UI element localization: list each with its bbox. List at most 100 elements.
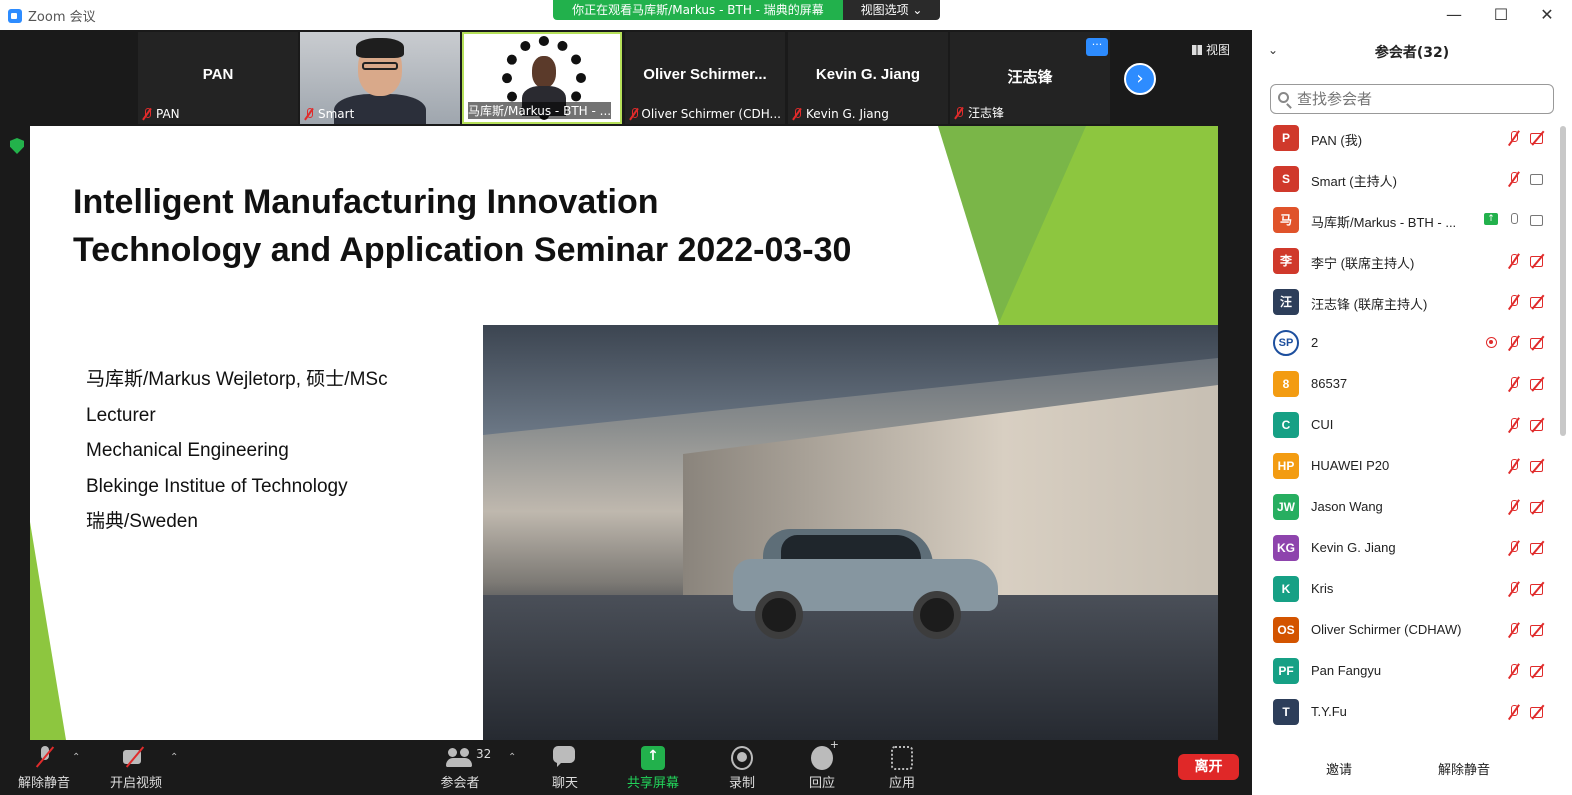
camera-icon[interactable] <box>1530 214 1546 226</box>
speaker-department: Mechanical Engineering <box>86 440 289 461</box>
avatar: P <box>1273 125 1299 151</box>
camera-off-icon[interactable] <box>1530 583 1546 595</box>
microphone-muted-icon[interactable] <box>1508 336 1520 350</box>
microphone-muted-icon[interactable] <box>1508 459 1520 473</box>
participant-row[interactable]: K Kris <box>1252 569 1558 610</box>
camera-off-icon[interactable] <box>1530 132 1546 144</box>
unmute-button[interactable]: 解除静音 <box>14 746 74 791</box>
microphone-icon[interactable] <box>1508 213 1520 227</box>
participant-row[interactable]: T T.Y.Fu <box>1252 692 1558 733</box>
video-tile-markus[interactable]: 马库斯/Markus - BTH - ... <box>462 32 622 124</box>
participant-row[interactable]: KG Kevin G. Jiang <box>1252 528 1558 569</box>
participants-options-caret[interactable]: ⌃ <box>508 752 516 763</box>
search-participants-input[interactable] <box>1270 84 1554 114</box>
microphone-muted-icon[interactable] <box>1508 582 1520 596</box>
video-tile-oliver[interactable]: Oliver Schirmer... Oliver Schirmer (CDH.… <box>625 32 785 124</box>
audio-options-caret[interactable]: ⌃ <box>72 752 80 763</box>
avatar: S <box>1273 166 1299 192</box>
reactions-button[interactable]: 回应 <box>802 738 842 791</box>
share-screen-button[interactable]: ↑ 共享屏幕 <box>622 746 684 791</box>
participant-row[interactable]: S Smart (主持人) <box>1252 159 1558 200</box>
share-screen-icon: ↑ <box>641 746 665 770</box>
avatar: 李 <box>1273 248 1299 274</box>
apps-button[interactable]: 应用 <box>882 746 922 791</box>
avatar: 马 <box>1273 207 1299 233</box>
participant-row[interactable]: 李李宁 (联席主持人) <box>1252 241 1558 282</box>
next-page-button[interactable]: › <box>1124 63 1156 95</box>
unmute-me-button[interactable]: 解除静音 <box>1438 759 1490 778</box>
video-tile-pan[interactable]: PAN PAN <box>138 32 298 124</box>
camera-off-icon <box>123 746 149 770</box>
video-tile-kevin[interactable]: Kevin G. Jiang Kevin G. Jiang <box>788 32 948 124</box>
participant-row[interactable]: C CUI <box>1252 405 1558 446</box>
participant-name: Smart (主持人) <box>1311 174 1397 189</box>
participant-row[interactable]: OS Oliver Schirmer (CDHAW) <box>1252 610 1558 651</box>
camera-off-icon[interactable] <box>1530 460 1546 472</box>
minimize-icon[interactable]: — <box>1444 5 1464 24</box>
participant-row[interactable]: PF Pan Fangyu <box>1252 651 1558 692</box>
more-options-button[interactable]: ··· <box>1086 38 1108 56</box>
security-shield-icon[interactable] <box>10 138 24 154</box>
participants-panel: ⌄ 参会者(32) PPAN (我)SSmart (主持人)马马库斯/Marku… <box>1252 30 1572 795</box>
speaker-country: 瑞典/Sweden <box>86 511 198 532</box>
avatar: OS <box>1273 617 1299 643</box>
maximize-icon[interactable]: ☐ <box>1491 5 1511 24</box>
microphone-muted-icon[interactable] <box>1508 131 1520 145</box>
microphone-muted-icon[interactable] <box>1508 254 1520 268</box>
camera-off-icon[interactable] <box>1530 378 1546 390</box>
camera-off-icon[interactable] <box>1530 665 1546 677</box>
meeting-toolbar: 解除静音 ⌃ 开启视频 ⌃ 参会者 ⌃ 聊天 ↑ 共享屏幕 录制 回应 应用 <box>0 738 1252 795</box>
camera-icon[interactable] <box>1530 173 1546 185</box>
participant-row[interactable]: 8 86537 <box>1252 364 1558 405</box>
video-options-caret[interactable]: ⌃ <box>170 752 178 763</box>
title-bar: Zoom 会议 你正在观看马库斯/Markus - BTH - 瑞典的屏幕 视图… <box>0 0 1572 30</box>
chat-button[interactable]: 聊天 <box>546 746 584 791</box>
microphone-muted-icon[interactable] <box>1508 664 1520 678</box>
microphone-muted-icon[interactable] <box>1508 541 1520 555</box>
avatar: K <box>1273 576 1299 602</box>
invite-button[interactable]: 邀请 <box>1326 759 1352 778</box>
participant-list-scrollbar[interactable] <box>1560 126 1566 436</box>
microphone-muted-icon[interactable] <box>1508 418 1520 432</box>
participant-list: P PAN (我) S Smart (主持人) 马马库斯/Markus - BTH - … <box>1252 118 1558 748</box>
camera-off-icon[interactable] <box>1530 501 1546 513</box>
microphone-muted-icon[interactable] <box>1508 295 1520 309</box>
microphone-muted-icon[interactable] <box>1508 705 1520 719</box>
participant-row[interactable]: SP 2 <box>1252 323 1558 364</box>
camera-off-icon[interactable] <box>1530 624 1546 636</box>
apps-label: 应用 <box>888 776 915 791</box>
leave-meeting-button[interactable]: 离开 <box>1178 754 1239 780</box>
participant-name: HUAWEI P20 <box>1311 458 1390 473</box>
tile-label-text: Kevin G. Jiang <box>806 107 889 121</box>
tile-label: Smart <box>304 107 354 121</box>
car-image <box>733 525 998 639</box>
camera-off-icon[interactable] <box>1530 337 1546 349</box>
microphone-muted-icon[interactable] <box>1508 623 1520 637</box>
participant-row[interactable]: P PAN (我) <box>1252 118 1558 159</box>
view-button[interactable]: 视图 <box>1192 41 1230 58</box>
participant-row[interactable]: 马马库斯/Markus - BTH - ... ↑ <box>1252 200 1558 241</box>
view-options-button[interactable]: 视图选项 ⌄ <box>843 0 940 20</box>
camera-off-icon[interactable] <box>1530 542 1546 554</box>
participant-row[interactable]: HP HUAWEI P20 <box>1252 446 1558 487</box>
camera-off-icon[interactable] <box>1530 255 1546 267</box>
screen-sharing-icon: ↑ <box>1484 213 1498 225</box>
participant-row[interactable]: 汪汪志锋 (联席主持人) <box>1252 282 1558 323</box>
start-video-button[interactable]: 开启视频 <box>106 746 166 791</box>
camera-off-icon[interactable] <box>1530 419 1546 431</box>
microphone-muted-icon[interactable] <box>1508 172 1520 186</box>
tile-label-text: 汪志锋 <box>968 106 1005 120</box>
microphone-muted-icon[interactable] <box>1508 500 1520 514</box>
camera-off-icon[interactable] <box>1530 296 1546 308</box>
avatar: 8 <box>1273 371 1299 397</box>
apps-icon <box>891 746 913 770</box>
participant-row[interactable]: JW Jason Wang <box>1252 487 1558 528</box>
participant-name: 2 <box>1311 335 1319 350</box>
window-title: Zoom 会议 <box>28 10 96 25</box>
close-icon[interactable]: ✕ <box>1537 5 1557 24</box>
video-tile-smart[interactable]: Smart <box>300 32 460 124</box>
camera-off-icon[interactable] <box>1530 706 1546 718</box>
mic-muted-icon <box>304 108 314 120</box>
microphone-muted-icon[interactable] <box>1508 377 1520 391</box>
record-button[interactable]: 录制 <box>722 746 762 791</box>
